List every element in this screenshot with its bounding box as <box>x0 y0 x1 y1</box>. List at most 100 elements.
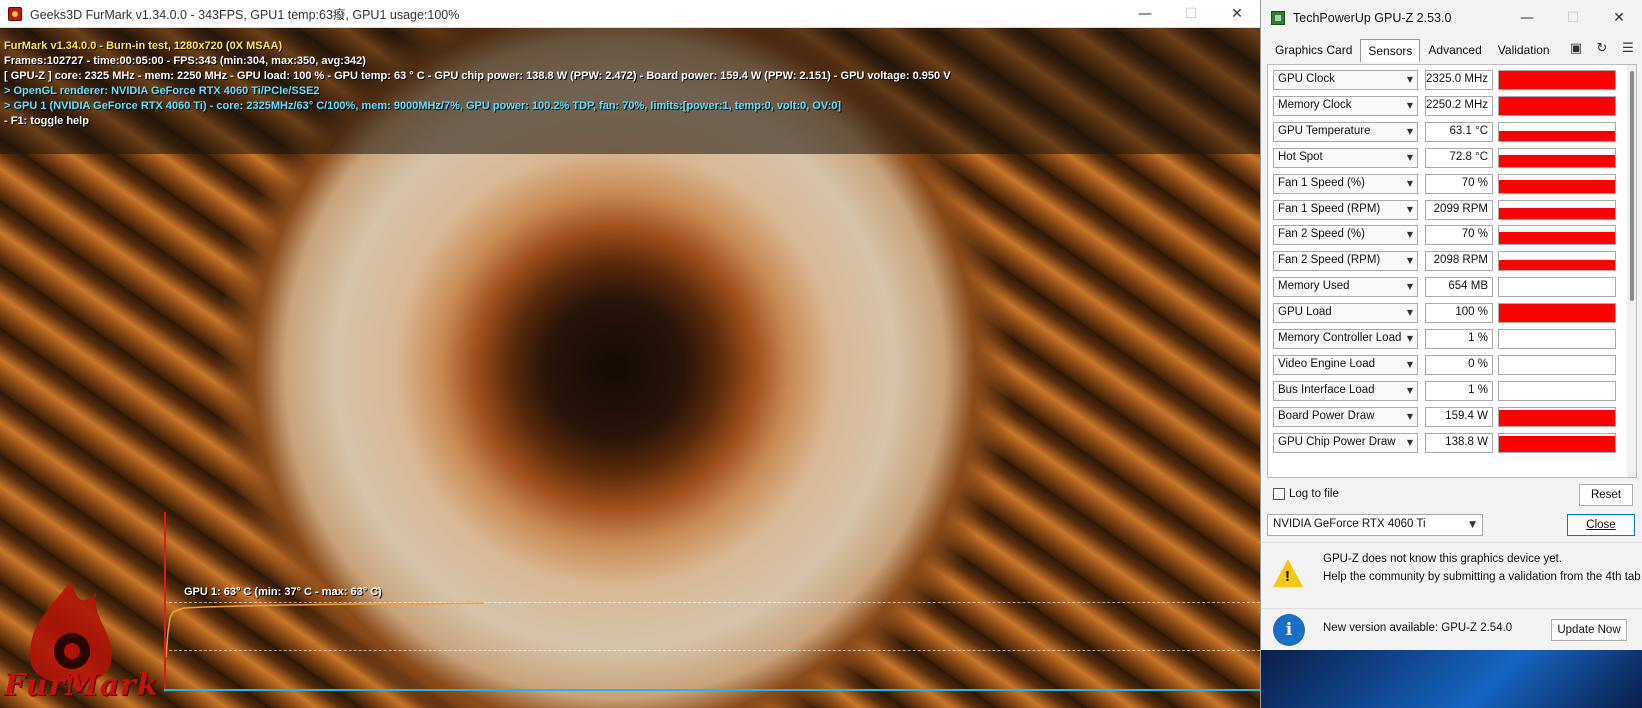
furmark-window: Geeks3D FurMark v1.34.0.0 - 343FPS, GPU1… <box>0 0 1260 708</box>
sensor-value: 2325.0 MHz <box>1425 70 1493 90</box>
overlay-frames: Frames:102727 - time:00:05:00 - FPS:343 … <box>4 55 366 67</box>
sensor-value: 72.8 °C <box>1425 147 1493 168</box>
sensor-graph-fill <box>1499 231 1615 245</box>
sensor-graph <box>1498 329 1616 349</box>
graph-y-axis <box>164 512 166 692</box>
scrollbar-thumb[interactable] <box>1630 71 1634 301</box>
sensor-name-select[interactable]: Fan 2 Speed (RPM) ▼ <box>1273 251 1418 272</box>
sensor-row: Fan 2 Speed (%) ▼ 70 % <box>1268 222 1628 248</box>
sensor-name-select[interactable]: Fan 1 Speed (RPM) ▼ <box>1273 199 1418 220</box>
sensor-row: Board Power Draw ▼ 159.4 W <box>1268 404 1628 430</box>
sensor-row: GPU Temperature ▼ 63.1 °C <box>1268 119 1628 145</box>
tab-advanced[interactable]: Advanced <box>1420 38 1489 62</box>
update-now-button[interactable]: Update Now <box>1551 619 1627 641</box>
sensor-name: Memory Clock <box>1278 98 1352 111</box>
overlay-gpu-info: > GPU 1 (NVIDIA GeForce RTX 4060 Ti) - c… <box>4 100 842 112</box>
sensor-graph-fill <box>1499 304 1615 323</box>
sensor-value: 63.1 °C <box>1425 121 1493 142</box>
sensor-name-select[interactable]: Hot Spot ▼ <box>1273 147 1418 168</box>
sensor-name-select[interactable]: Video Engine Load ▼ <box>1273 354 1418 375</box>
sensors-panel[interactable]: GPU Clock ▼ 2325.0 MHz Memory Clock ▼ 2250.2 … <box>1267 64 1637 478</box>
minimize-icon[interactable]: — <box>1122 0 1168 27</box>
sensor-scrollbar[interactable] <box>1627 65 1636 477</box>
overlay-renderer: > OpenGL renderer: NVIDIA GeForce RTX 40… <box>4 85 320 97</box>
sensor-graph <box>1498 199 1616 220</box>
reset-button[interactable]: Reset <box>1579 484 1633 506</box>
sensor-graph <box>1498 70 1616 90</box>
furmark-titlebar[interactable]: Geeks3D FurMark v1.34.0.0 - 343FPS, GPU1… <box>0 0 1260 28</box>
close-button-label: Close <box>1586 519 1616 531</box>
sensor-name: Bus Interface Load <box>1278 383 1375 396</box>
camera-icon[interactable]: ▣ <box>1568 40 1584 56</box>
sensor-graph <box>1498 406 1616 427</box>
log-to-file-checkbox[interactable] <box>1273 488 1285 500</box>
sensor-name-select[interactable]: GPU Chip Power Draw ▼ <box>1273 432 1418 453</box>
sensor-name-select[interactable]: GPU Load ▼ <box>1273 303 1418 324</box>
sensor-graph <box>1498 225 1616 246</box>
sensor-name-select[interactable]: Fan 1 Speed (%) ▼ <box>1273 173 1418 194</box>
sensor-graph <box>1498 277 1616 298</box>
close-button[interactable]: Close <box>1567 514 1635 536</box>
sensor-graph-fill <box>1499 180 1615 193</box>
chevron-down-icon: ▼ <box>1406 334 1413 343</box>
sensor-name: GPU Chip Power Draw <box>1278 435 1396 448</box>
sensor-graph <box>1498 95 1616 116</box>
desktop-wallpaper <box>1260 650 1642 708</box>
sensor-name-select[interactable]: Memory Controller Load ▼ <box>1273 329 1418 349</box>
sensor-graph <box>1498 147 1616 168</box>
maximize-icon[interactable]: ☐ <box>1168 0 1214 27</box>
sensor-graph-fill <box>1499 436 1615 452</box>
sensor-value: 2099 RPM <box>1425 199 1493 220</box>
close-icon[interactable]: ✕ <box>1214 0 1260 27</box>
notice-warning-line1: GPU-Z does not know this graphics device… <box>1323 553 1563 565</box>
sensor-name-select[interactable]: GPU Clock ▼ <box>1273 70 1418 90</box>
update-notice: i New version available: GPU-Z 2.54.0 Up… <box>1260 608 1642 650</box>
chevron-down-icon: ▼ <box>1406 437 1413 447</box>
chevron-down-icon: ▼ <box>1406 282 1413 292</box>
tab-validation[interactable]: Validation <box>1490 38 1558 62</box>
sensor-row: Fan 1 Speed (%) ▼ 70 % <box>1268 171 1628 197</box>
device-select[interactable]: NVIDIA GeForce RTX 4060 Ti ▼ <box>1267 514 1483 536</box>
sensor-name-select[interactable]: GPU Temperature ▼ <box>1273 121 1418 142</box>
sensor-row: GPU Load ▼ 100 % <box>1268 300 1628 326</box>
sensor-row: Memory Clock ▼ 2250.2 MHz <box>1268 93 1628 119</box>
close-icon[interactable]: ✕ <box>1596 0 1642 36</box>
sensor-value: 1 % <box>1425 380 1493 401</box>
refresh-icon[interactable]: ↻ <box>1594 40 1610 56</box>
sensor-value: 100 % <box>1425 303 1493 324</box>
sensor-name: GPU Clock <box>1278 73 1335 85</box>
gpuz-app-icon <box>1271 11 1285 25</box>
temperature-graph: GPU 1: 63° C (min: 37° C - max: 63° C) <box>164 512 1260 692</box>
log-to-file-option[interactable]: Log to file <box>1273 488 1339 500</box>
sensor-graph-fill <box>1499 410 1615 426</box>
tab-sensors[interactable]: Sensors <box>1360 39 1421 62</box>
chevron-down-icon: ▼ <box>1469 520 1476 530</box>
sensor-value: 70 % <box>1425 173 1493 194</box>
chevron-down-icon: ▼ <box>1406 204 1413 214</box>
menu-icon[interactable]: ☰ <box>1620 40 1636 56</box>
sensor-value: 138.8 W <box>1425 432 1493 453</box>
sensor-value: 2098 RPM <box>1425 251 1493 272</box>
sensor-graph <box>1498 354 1616 375</box>
sensor-name-select[interactable]: Memory Used ▼ <box>1273 277 1418 298</box>
minimize-icon[interactable]: — <box>1504 0 1550 36</box>
sensor-name-select[interactable]: Board Power Draw ▼ <box>1273 406 1418 427</box>
graph-x-axis <box>164 689 1260 691</box>
sensor-value: 70 % <box>1425 225 1493 246</box>
sensor-name-select[interactable]: Memory Clock ▼ <box>1273 95 1418 116</box>
log-to-file-label: Log to file <box>1289 488 1339 500</box>
sensor-name-select[interactable]: Fan 2 Speed (%) ▼ <box>1273 225 1418 246</box>
tab-graphics-card[interactable]: Graphics Card <box>1267 38 1360 62</box>
gpuz-titlebar[interactable]: TechPowerUp GPU-Z 2.53.0 — ☐ ✕ <box>1261 0 1642 36</box>
maximize-icon[interactable]: ☐ <box>1550 0 1596 36</box>
chevron-down-icon: ▼ <box>1406 178 1413 188</box>
sensor-graph <box>1498 380 1616 401</box>
chevron-down-icon: ▼ <box>1406 385 1413 395</box>
sensor-row: Fan 1 Speed (RPM) ▼ 2099 RPM <box>1268 197 1628 223</box>
sensor-row: Video Engine Load ▼ 0 % <box>1268 352 1628 378</box>
sensor-name-select[interactable]: Bus Interface Load ▼ <box>1273 380 1418 401</box>
info-icon: i <box>1273 614 1305 646</box>
sensor-graph <box>1498 303 1616 324</box>
gpuz-toolbar: ▣ ↻ ☰ <box>1568 40 1636 56</box>
sensor-row: Hot Spot ▼ 72.8 °C <box>1268 145 1628 171</box>
